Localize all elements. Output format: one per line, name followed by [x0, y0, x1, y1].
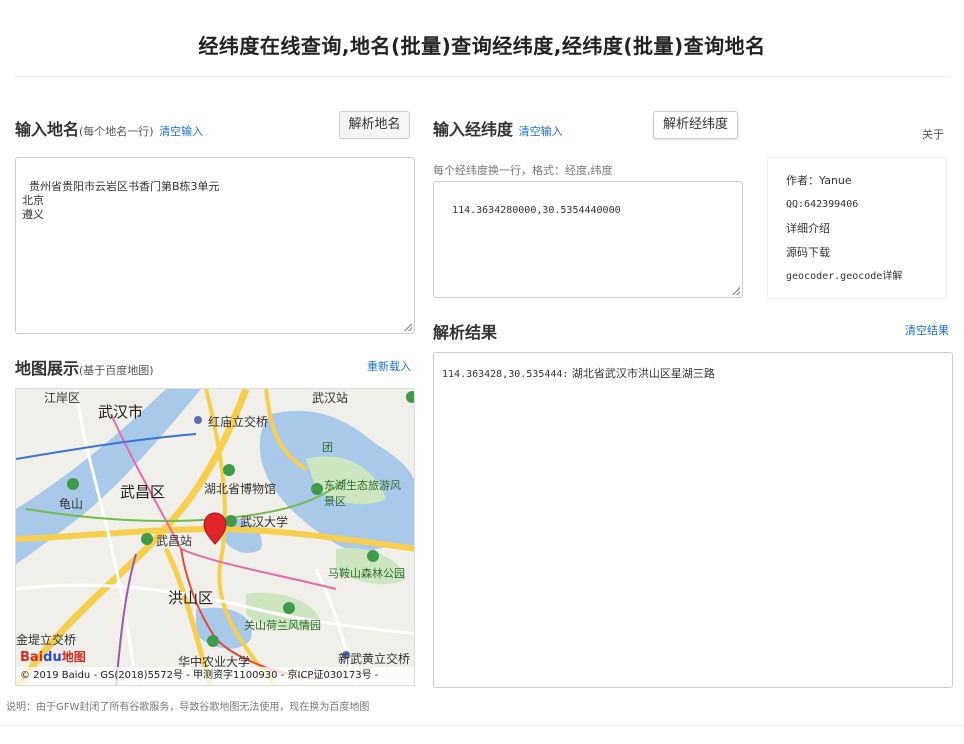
author-text: 作者：Yanue	[786, 174, 852, 187]
baidu-logo-cn: 地图	[61, 650, 86, 664]
reverse-section-title: 输入经纬度 清空输入	[433, 116, 563, 140]
map-label-wuhan-station: 武汉站	[312, 391, 349, 405]
detail-link[interactable]: 详细介绍	[786, 220, 928, 244]
map-copyright: © 2019 Baidu - GS(2018)5572号 - 甲测资字11009…	[16, 667, 414, 685]
baidu-paw-icon: du	[43, 650, 62, 665]
poi-eastlake-icon	[311, 483, 323, 495]
map-label-wuchang-district: 武昌区	[120, 483, 166, 501]
baidu-map[interactable]: 江岸区 武汉市 红庙立交桥 武汉站 湖北省博物馆 武昌区 龟山 东湖生态旅游风景…	[15, 388, 415, 686]
map-section-title: 地图展示(基于百度地图)	[15, 355, 154, 379]
map-label-wuhan-city: 武汉市	[98, 403, 144, 421]
coords-input-value: 114.3634280000,30.5354440000	[452, 205, 621, 216]
poi-wuhan-station-icon	[406, 391, 414, 403]
address-input-value: 贵州省贵阳市云岩区书香门第B栋3单元 北京 遵义	[22, 180, 220, 221]
reverse-title: 输入经纬度	[433, 120, 514, 139]
parse-address-button[interactable]: 解析地名	[339, 111, 410, 139]
map-label-diti: 金堤立交桥	[16, 633, 77, 647]
map-label-hongshan: 洪山区	[168, 589, 214, 607]
poi-wuchang-station-icon	[141, 533, 153, 545]
footer-divider	[0, 725, 964, 726]
poi-museum-icon	[223, 464, 235, 476]
parse-coords-button[interactable]: 解析经纬度	[653, 111, 738, 139]
about-label[interactable]: 关于	[922, 126, 944, 142]
result-coord: 114.363428,30.535444:	[442, 369, 569, 380]
geocode-clear-link[interactable]: 清空输入	[159, 125, 203, 138]
result-output[interactable]: 114.363428,30.535444: 湖北省武汉市洪山区星湖三路	[433, 352, 953, 688]
geocode-doc-link[interactable]: geocoder.geocode详解	[786, 268, 928, 292]
poi-hongmiao-icon	[194, 416, 202, 424]
map-label-museum: 湖北省博物馆	[204, 482, 277, 496]
poi-guanshan-icon	[283, 602, 295, 614]
map-label-guishan: 龟山	[59, 497, 84, 511]
result-clear-link[interactable]: 清空结果	[905, 322, 949, 338]
baidu-logo: Baidu地图	[20, 648, 86, 665]
map-hint: (基于百度地图)	[79, 364, 154, 377]
geocode-section-title: 输入地名(每个地名一行) 清空输入	[15, 116, 203, 140]
map-label-wuchang-station: 武昌站	[156, 534, 193, 548]
resize-handle-icon[interactable]	[732, 287, 740, 295]
geocode-title: 输入地名	[15, 120, 80, 139]
map-label-whu: 武汉大学	[240, 515, 289, 529]
map-label-east-lake: 东湖生态旅游风景区	[324, 479, 401, 508]
poi-whu-icon	[225, 515, 237, 527]
resize-handle-icon[interactable]	[404, 323, 412, 331]
baidu-logo-text: Bai	[20, 650, 44, 665]
map-label-guanshan: 关山荷兰风情园	[244, 619, 321, 632]
about-panel: 作者：Yanue QQ:642399406 详细介绍 源码下载 geocoder…	[767, 157, 947, 299]
result-title: 解析结果	[433, 323, 498, 342]
map-label-jiangan: 江岸区	[44, 391, 81, 405]
page-title: 经纬度在线查询,地名(批量)查询经纬度,经纬度(批量)查询地名	[198, 34, 766, 58]
map-label-xinwu: 新武黄立交桥	[338, 652, 411, 666]
title-divider	[14, 76, 950, 77]
map-label-tuan: 团	[322, 441, 333, 454]
map-label-hongmiao: 红庙立交桥	[208, 415, 269, 429]
map-title: 地图展示	[15, 359, 80, 378]
map-reload-link[interactable]: 重新载入	[367, 358, 411, 374]
reverse-hint: 每个经纬度换一行，格式：经度,纬度	[433, 164, 613, 177]
result-address: 湖北省武汉市洪山区星湖三路	[568, 367, 715, 380]
poi-hzau-icon	[207, 635, 219, 647]
geocode-hint: (每个地名一行)	[79, 125, 154, 138]
qq-text: QQ:642399406	[786, 199, 859, 210]
poi-maanshan-icon	[367, 550, 379, 562]
poi-guishan-icon	[67, 478, 79, 490]
footer-note: 说明：由于GFW封闭了所有谷歌服务，导致谷歌地图无法使用，现在换为百度地图	[6, 702, 370, 713]
address-input[interactable]: 贵州省贵阳市云岩区书香门第B栋3单元 北京 遵义	[15, 157, 415, 334]
map-label-maanshan: 马鞍山森林公园	[328, 567, 405, 580]
reverse-clear-link[interactable]: 清空输入	[519, 125, 563, 138]
source-download-link[interactable]: 源码下载	[786, 244, 928, 268]
coords-input[interactable]: 114.3634280000,30.5354440000	[433, 181, 743, 298]
